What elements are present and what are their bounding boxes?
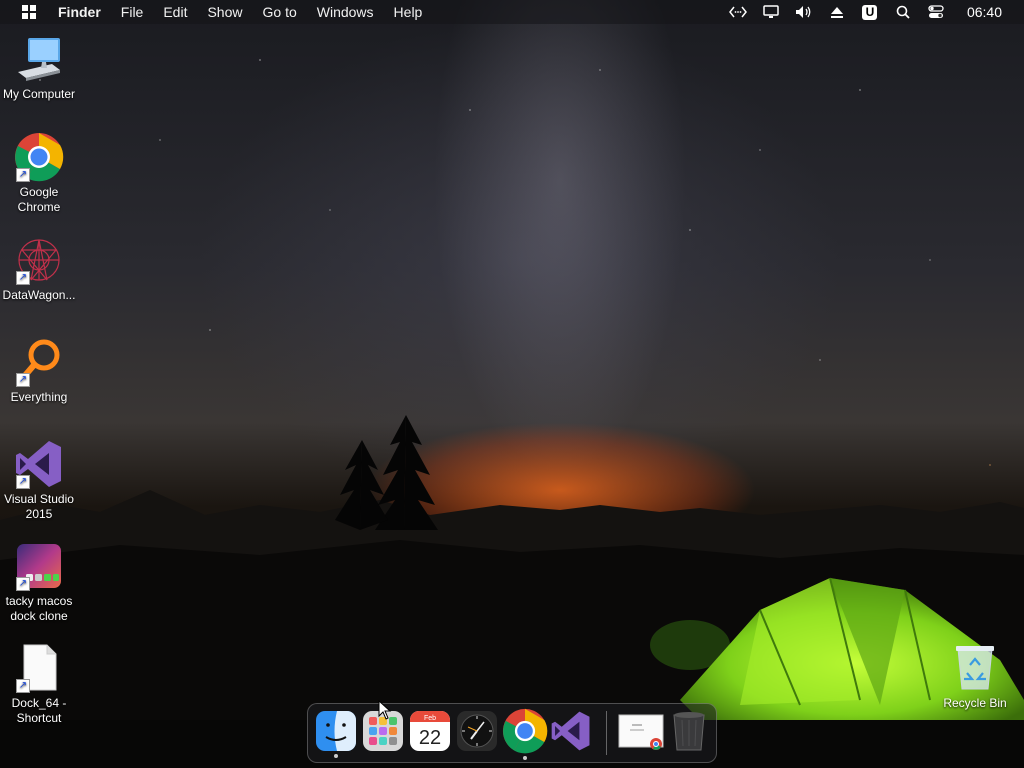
- menu-help[interactable]: Help: [394, 4, 423, 20]
- menu-bar: Finder File Edit Show Go to Windows Help…: [0, 0, 1024, 24]
- document-icon: ↗: [14, 643, 64, 693]
- mouse-cursor-icon: [378, 700, 392, 720]
- calendar-month: Feb: [424, 715, 436, 722]
- wallpaper-stars: [0, 0, 1024, 508]
- chrome-icon: [502, 708, 548, 754]
- calendar-icon: Feb 22: [410, 711, 450, 751]
- volume-icon[interactable]: [795, 3, 813, 21]
- recycle-bin-icon: [950, 643, 1000, 693]
- trash-icon: [673, 712, 705, 751]
- everything-icon: ↗: [14, 337, 64, 387]
- desktop-icon-recycle-bin[interactable]: Recycle Bin: [935, 643, 1015, 711]
- menu-windows[interactable]: Windows: [317, 4, 374, 20]
- dock-chrome-window-preview[interactable]: [618, 710, 664, 752]
- shortcut-arrow-icon: ↗: [16, 679, 30, 693]
- desktop-icon-my-computer[interactable]: My Computer: [0, 34, 79, 102]
- code-icon[interactable]: [728, 3, 747, 21]
- menu-go-to[interactable]: Go to: [263, 4, 297, 20]
- shortcut-arrow-icon: ↗: [16, 271, 30, 285]
- dock-clock[interactable]: [456, 710, 498, 752]
- running-indicator: [334, 754, 338, 758]
- dock-calendar[interactable]: Feb 22: [409, 710, 451, 752]
- shortcut-arrow-icon: ↗: [16, 373, 30, 387]
- status-area: U 06:40: [714, 0, 1024, 24]
- dock-visual-studio[interactable]: [550, 710, 592, 752]
- desktop-icon-label: DataWagon...: [2, 288, 76, 302]
- desktop-icon-dock64-shortcut[interactable]: ↗ Dock_64 - Shortcut: [0, 643, 79, 726]
- shortcut-arrow-icon: ↗: [16, 475, 30, 489]
- finder-icon: [316, 711, 356, 751]
- windows-logo-icon[interactable]: [22, 5, 36, 19]
- calendar-day: 22: [419, 727, 441, 749]
- dock-clone-icon: ↗: [14, 541, 64, 591]
- desktop-icon-datawagon[interactable]: ↗ DataWagon...: [0, 235, 79, 303]
- search-icon[interactable]: [894, 3, 912, 21]
- dock-separator: [606, 711, 607, 755]
- desktop-icon-label: tacky macos dock clone: [5, 594, 73, 623]
- control-center-icon[interactable]: [927, 3, 945, 21]
- chrome-icon: ↗: [14, 132, 64, 182]
- display-icon[interactable]: [762, 3, 780, 21]
- shortcut-arrow-icon: ↗: [16, 577, 30, 591]
- menu-clock[interactable]: 06:40: [967, 4, 1002, 20]
- u-icon[interactable]: U: [861, 3, 879, 21]
- wallpaper-landscape: [0, 415, 1024, 768]
- desktop-icon-everything[interactable]: ↗ Everything: [0, 337, 79, 405]
- window-preview-icon: [618, 714, 664, 750]
- running-indicator: [523, 756, 527, 760]
- desktop-icon-google-chrome[interactable]: ↗ Google Chrome: [0, 132, 79, 215]
- desktop-icon-label: Recycle Bin: [943, 696, 1007, 710]
- shortcut-arrow-icon: ↗: [16, 168, 30, 182]
- menu-app-name[interactable]: Finder: [58, 4, 101, 20]
- desktop-icon-label: Visual Studio 2015: [4, 492, 74, 521]
- datawagon-icon: ↗: [14, 235, 64, 285]
- dock: Feb 22: [307, 703, 717, 763]
- clock-icon: [457, 711, 497, 751]
- dock-trash[interactable]: [668, 710, 710, 752]
- menu-file[interactable]: File: [121, 4, 144, 20]
- u-icon-label: U: [862, 4, 878, 20]
- visual-studio-icon: ↗: [14, 439, 64, 489]
- desktop-icon-label: Everything: [10, 390, 68, 404]
- desktop-icon-dock-clone[interactable]: ↗ tacky macos dock clone: [0, 541, 79, 624]
- dock-chrome[interactable]: [502, 708, 548, 760]
- menu-show[interactable]: Show: [207, 4, 242, 20]
- desktop-icon-label: Dock_64 - Shortcut: [11, 696, 67, 725]
- computer-icon: [14, 34, 64, 84]
- menu-edit[interactable]: Edit: [163, 4, 187, 20]
- desktop-icon-label: Google Chrome: [17, 185, 61, 214]
- visual-studio-icon: [551, 711, 590, 751]
- eject-icon[interactable]: [828, 3, 846, 21]
- desktop-icon-label: My Computer: [2, 87, 76, 101]
- dock-finder[interactable]: [315, 710, 357, 758]
- desktop-icon-visual-studio[interactable]: ↗ Visual Studio 2015: [0, 439, 79, 522]
